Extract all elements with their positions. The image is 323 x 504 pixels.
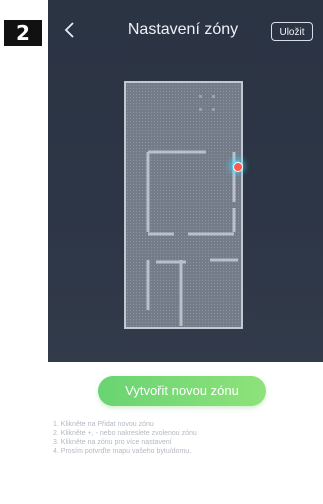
chevron-left-icon[interactable]	[62, 20, 78, 40]
instruction-item: 4. Prosím potvrďte mapu vašeho bytu/domu…	[53, 448, 192, 455]
save-button[interactable]: Uložit	[271, 22, 313, 41]
page-title: Nastavení zóny	[127, 21, 239, 38]
instruction-item: 3. Klikněte na zónu pro více nastavení	[53, 439, 172, 446]
instruction-item: 2. Klikněte +, - nebo nakreslete zvoleno…	[53, 430, 197, 437]
bottom-panel: Vytvořit novou zónu 1. Klikněte na Přida…	[48, 362, 323, 504]
header-bar: Nastavení zóny Uložit	[48, 0, 323, 62]
floor-plan-map[interactable]	[48, 60, 323, 362]
step-number-badge: 2	[4, 20, 42, 46]
create-new-zone-button[interactable]: Vytvořit novou zónu	[98, 376, 266, 406]
instruction-item: 1. Klikněte na Přidat novou zónu	[53, 421, 154, 428]
app-screen: Nastavení zóny Uložit Vytvořit novou zón…	[48, 0, 323, 504]
instructions-list: 1. Klikněte na Přidat novou zónu 2. Klik…	[53, 420, 318, 456]
map-area: Nastavení zóny Uložit	[48, 0, 323, 362]
charging-dock-icon	[233, 162, 243, 172]
floor-area	[124, 81, 243, 329]
